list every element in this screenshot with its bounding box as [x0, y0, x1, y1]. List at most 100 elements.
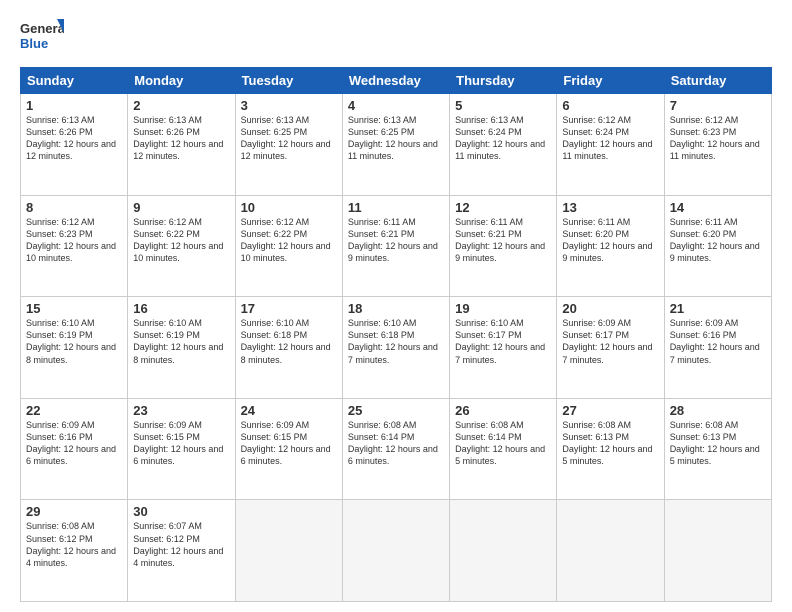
day-info: Sunrise: 6:10 AM Sunset: 6:18 PM Dayligh…: [241, 317, 337, 366]
day-number: 28: [670, 403, 766, 418]
calendar-cell: 18Sunrise: 6:10 AM Sunset: 6:18 PM Dayli…: [342, 297, 449, 399]
day-info: Sunrise: 6:08 AM Sunset: 6:12 PM Dayligh…: [26, 520, 122, 569]
day-number: 2: [133, 98, 229, 113]
day-info: Sunrise: 6:09 AM Sunset: 6:15 PM Dayligh…: [241, 419, 337, 468]
day-info: Sunrise: 6:12 AM Sunset: 6:22 PM Dayligh…: [241, 216, 337, 265]
calendar-cell: 14Sunrise: 6:11 AM Sunset: 6:20 PM Dayli…: [664, 195, 771, 297]
day-number: 19: [455, 301, 551, 316]
calendar-cell: 20Sunrise: 6:09 AM Sunset: 6:17 PM Dayli…: [557, 297, 664, 399]
day-number: 13: [562, 200, 658, 215]
calendar-cell: 8Sunrise: 6:12 AM Sunset: 6:23 PM Daylig…: [21, 195, 128, 297]
calendar-cell: 19Sunrise: 6:10 AM Sunset: 6:17 PM Dayli…: [450, 297, 557, 399]
day-info: Sunrise: 6:08 AM Sunset: 6:13 PM Dayligh…: [562, 419, 658, 468]
calendar-cell: [557, 500, 664, 602]
day-header-wednesday: Wednesday: [342, 68, 449, 94]
day-info: Sunrise: 6:10 AM Sunset: 6:19 PM Dayligh…: [26, 317, 122, 366]
calendar-cell: 7Sunrise: 6:12 AM Sunset: 6:23 PM Daylig…: [664, 94, 771, 196]
day-number: 8: [26, 200, 122, 215]
day-info: Sunrise: 6:11 AM Sunset: 6:20 PM Dayligh…: [562, 216, 658, 265]
day-number: 26: [455, 403, 551, 418]
calendar-cell: 12Sunrise: 6:11 AM Sunset: 6:21 PM Dayli…: [450, 195, 557, 297]
calendar-cell: 25Sunrise: 6:08 AM Sunset: 6:14 PM Dayli…: [342, 398, 449, 500]
day-number: 30: [133, 504, 229, 519]
svg-text:General: General: [20, 21, 64, 36]
day-header-saturday: Saturday: [664, 68, 771, 94]
day-number: 21: [670, 301, 766, 316]
day-info: Sunrise: 6:08 AM Sunset: 6:14 PM Dayligh…: [455, 419, 551, 468]
calendar-cell: 9Sunrise: 6:12 AM Sunset: 6:22 PM Daylig…: [128, 195, 235, 297]
day-number: 9: [133, 200, 229, 215]
day-info: Sunrise: 6:10 AM Sunset: 6:19 PM Dayligh…: [133, 317, 229, 366]
calendar-cell: 28Sunrise: 6:08 AM Sunset: 6:13 PM Dayli…: [664, 398, 771, 500]
calendar-cell: 6Sunrise: 6:12 AM Sunset: 6:24 PM Daylig…: [557, 94, 664, 196]
day-info: Sunrise: 6:09 AM Sunset: 6:15 PM Dayligh…: [133, 419, 229, 468]
day-info: Sunrise: 6:08 AM Sunset: 6:14 PM Dayligh…: [348, 419, 444, 468]
day-number: 18: [348, 301, 444, 316]
calendar-cell: 2Sunrise: 6:13 AM Sunset: 6:26 PM Daylig…: [128, 94, 235, 196]
calendar-cell: 10Sunrise: 6:12 AM Sunset: 6:22 PM Dayli…: [235, 195, 342, 297]
day-number: 15: [26, 301, 122, 316]
day-number: 25: [348, 403, 444, 418]
day-number: 29: [26, 504, 122, 519]
calendar-cell: 30Sunrise: 6:07 AM Sunset: 6:12 PM Dayli…: [128, 500, 235, 602]
calendar-cell: 17Sunrise: 6:10 AM Sunset: 6:18 PM Dayli…: [235, 297, 342, 399]
day-number: 11: [348, 200, 444, 215]
day-header-friday: Friday: [557, 68, 664, 94]
day-info: Sunrise: 6:13 AM Sunset: 6:25 PM Dayligh…: [241, 114, 337, 163]
calendar-cell: 13Sunrise: 6:11 AM Sunset: 6:20 PM Dayli…: [557, 195, 664, 297]
day-header-tuesday: Tuesday: [235, 68, 342, 94]
day-number: 1: [26, 98, 122, 113]
calendar-cell: [342, 500, 449, 602]
day-info: Sunrise: 6:11 AM Sunset: 6:21 PM Dayligh…: [348, 216, 444, 265]
day-number: 12: [455, 200, 551, 215]
day-header-thursday: Thursday: [450, 68, 557, 94]
calendar-cell: 11Sunrise: 6:11 AM Sunset: 6:21 PM Dayli…: [342, 195, 449, 297]
day-info: Sunrise: 6:11 AM Sunset: 6:20 PM Dayligh…: [670, 216, 766, 265]
day-info: Sunrise: 6:09 AM Sunset: 6:16 PM Dayligh…: [26, 419, 122, 468]
calendar-cell: 1Sunrise: 6:13 AM Sunset: 6:26 PM Daylig…: [21, 94, 128, 196]
calendar-cell: [235, 500, 342, 602]
day-info: Sunrise: 6:11 AM Sunset: 6:21 PM Dayligh…: [455, 216, 551, 265]
svg-text:Blue: Blue: [20, 36, 48, 51]
calendar: SundayMondayTuesdayWednesdayThursdayFrid…: [20, 67, 772, 602]
day-info: Sunrise: 6:09 AM Sunset: 6:16 PM Dayligh…: [670, 317, 766, 366]
calendar-cell: 5Sunrise: 6:13 AM Sunset: 6:24 PM Daylig…: [450, 94, 557, 196]
calendar-cell: 4Sunrise: 6:13 AM Sunset: 6:25 PM Daylig…: [342, 94, 449, 196]
calendar-cell: 29Sunrise: 6:08 AM Sunset: 6:12 PM Dayli…: [21, 500, 128, 602]
day-number: 4: [348, 98, 444, 113]
day-number: 23: [133, 403, 229, 418]
day-number: 24: [241, 403, 337, 418]
day-number: 17: [241, 301, 337, 316]
day-info: Sunrise: 6:08 AM Sunset: 6:13 PM Dayligh…: [670, 419, 766, 468]
calendar-cell: 24Sunrise: 6:09 AM Sunset: 6:15 PM Dayli…: [235, 398, 342, 500]
day-number: 16: [133, 301, 229, 316]
day-number: 14: [670, 200, 766, 215]
day-number: 3: [241, 98, 337, 113]
calendar-cell: [664, 500, 771, 602]
calendar-cell: 15Sunrise: 6:10 AM Sunset: 6:19 PM Dayli…: [21, 297, 128, 399]
day-info: Sunrise: 6:12 AM Sunset: 6:23 PM Dayligh…: [26, 216, 122, 265]
calendar-cell: 26Sunrise: 6:08 AM Sunset: 6:14 PM Dayli…: [450, 398, 557, 500]
day-info: Sunrise: 6:12 AM Sunset: 6:22 PM Dayligh…: [133, 216, 229, 265]
day-info: Sunrise: 6:13 AM Sunset: 6:26 PM Dayligh…: [133, 114, 229, 163]
day-info: Sunrise: 6:10 AM Sunset: 6:18 PM Dayligh…: [348, 317, 444, 366]
day-number: 5: [455, 98, 551, 113]
day-info: Sunrise: 6:12 AM Sunset: 6:23 PM Dayligh…: [670, 114, 766, 163]
day-number: 10: [241, 200, 337, 215]
day-info: Sunrise: 6:12 AM Sunset: 6:24 PM Dayligh…: [562, 114, 658, 163]
day-info: Sunrise: 6:07 AM Sunset: 6:12 PM Dayligh…: [133, 520, 229, 569]
day-number: 22: [26, 403, 122, 418]
day-info: Sunrise: 6:13 AM Sunset: 6:26 PM Dayligh…: [26, 114, 122, 163]
day-info: Sunrise: 6:10 AM Sunset: 6:17 PM Dayligh…: [455, 317, 551, 366]
calendar-cell: 21Sunrise: 6:09 AM Sunset: 6:16 PM Dayli…: [664, 297, 771, 399]
day-number: 6: [562, 98, 658, 113]
logo-svg: General Blue: [20, 15, 64, 59]
day-header-monday: Monday: [128, 68, 235, 94]
day-number: 27: [562, 403, 658, 418]
calendar-cell: 22Sunrise: 6:09 AM Sunset: 6:16 PM Dayli…: [21, 398, 128, 500]
calendar-cell: 23Sunrise: 6:09 AM Sunset: 6:15 PM Dayli…: [128, 398, 235, 500]
calendar-cell: 3Sunrise: 6:13 AM Sunset: 6:25 PM Daylig…: [235, 94, 342, 196]
day-info: Sunrise: 6:09 AM Sunset: 6:17 PM Dayligh…: [562, 317, 658, 366]
logo: General Blue: [20, 15, 64, 59]
calendar-cell: [450, 500, 557, 602]
